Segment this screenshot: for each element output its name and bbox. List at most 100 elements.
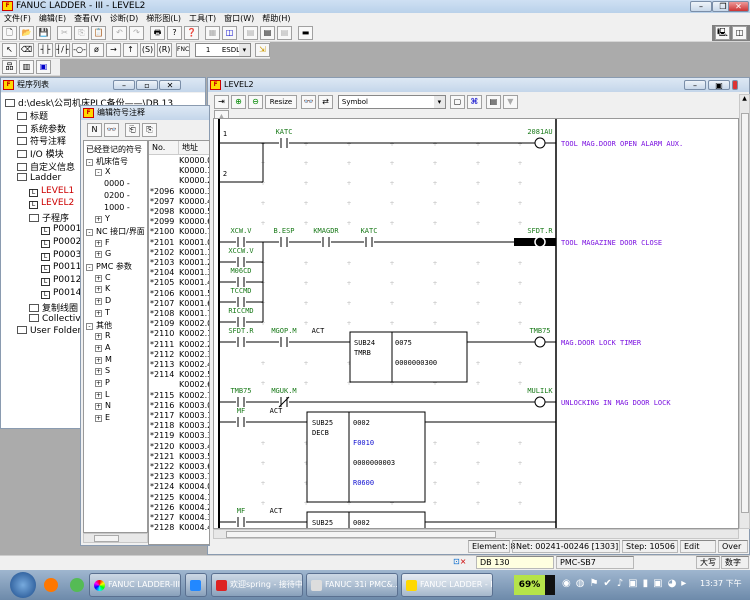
menu-item[interactable]: 诊断(D) <box>106 13 142 25</box>
table-cell-no[interactable]: *2105 <box>150 278 174 287</box>
view3-icon[interactable]: ▤ <box>277 26 292 40</box>
table-cell-address[interactable]: K0003.5 <box>179 452 209 461</box>
taskbar-item[interactable]: FANUC LADDER-III... <box>89 573 181 597</box>
new-icon[interactable]: 🗋 <box>2 26 17 40</box>
table-cell-no[interactable]: *2117 <box>150 411 174 420</box>
minimize-button[interactable]: – <box>690 1 712 12</box>
tree-item[interactable]: L LEVEL2 <box>29 198 74 210</box>
export-icon[interactable]: ⎘ <box>142 123 157 137</box>
cross-ref-icon[interactable]: ⌘ <box>466 95 482 109</box>
expand-icon[interactable]: + <box>95 286 102 294</box>
table-cell-address[interactable]: K0002.3 <box>179 350 209 359</box>
collapse-icon[interactable]: - <box>86 228 93 236</box>
category-item[interactable]: - 机床信号 <box>86 156 128 167</box>
table-cell-no[interactable]: *2106 <box>150 289 174 298</box>
scroll-thumb[interactable] <box>226 531 496 538</box>
lw-close-button[interactable] <box>732 80 738 90</box>
category-item[interactable]: + C <box>95 273 111 282</box>
table-cell-address[interactable]: K0002.4 <box>179 360 209 369</box>
browser-icon[interactable] <box>70 578 84 592</box>
category-item[interactable]: + P <box>95 378 110 387</box>
system-tray-icons[interactable]: ◉◍⚑✔♪▣▮▣◕▸ <box>562 578 691 589</box>
collapse-icon[interactable]: - <box>86 158 93 166</box>
view1-icon[interactable]: ▤ <box>243 26 258 40</box>
category-item[interactable]: + K <box>95 284 110 294</box>
window-icon[interactable]: ▣ <box>36 60 51 74</box>
table-cell-no[interactable]: *2097 <box>150 197 174 206</box>
replace-icon[interactable]: ⇄ <box>318 95 333 109</box>
category-item[interactable]: + N <box>95 401 111 411</box>
tree-item[interactable]: L LEVEL1 <box>29 186 74 197</box>
nc-contact-icon[interactable]: ┤/├ <box>55 43 70 57</box>
expand-icon[interactable]: + <box>95 239 102 247</box>
category-item[interactable]: 已经登记的符号 <box>86 144 142 155</box>
table-cell-address[interactable]: K0000.0 <box>179 156 209 165</box>
start-button[interactable] <box>10 572 36 598</box>
table-cell-address[interactable]: K0002.0 <box>179 319 209 328</box>
table-cell-address[interactable]: K0002.1 <box>179 329 209 338</box>
table-cell-no[interactable]: *2124 <box>150 482 174 491</box>
find-icon[interactable]: N <box>87 123 102 137</box>
tree-item[interactable]: 系统参数 <box>17 122 66 135</box>
table-cell-address[interactable]: K0002.2 <box>179 340 209 349</box>
table-cell-no[interactable]: *2121 <box>150 452 174 461</box>
fnc-label[interactable]: FNC <box>176 43 190 57</box>
table-cell-address[interactable]: K0001.5 <box>179 289 209 298</box>
exit-icon[interactable]: ⇥ <box>214 95 229 109</box>
table-cell-no[interactable]: *2118 <box>150 421 174 430</box>
chevron-down-icon[interactable]: ▾ <box>433 96 445 108</box>
expand-icon[interactable]: + <box>95 356 102 364</box>
tree-item[interactable]: 子程序 <box>29 211 69 224</box>
expand-icon[interactable]: + <box>95 368 102 376</box>
tree-item[interactable]: Collective <box>29 313 86 324</box>
category-item[interactable]: - NC 接口/界面 <box>86 226 145 237</box>
paste-icon[interactable]: 📋 <box>91 26 106 40</box>
expand-icon[interactable]: + <box>95 298 102 306</box>
table-cell-no[interactable]: *2126 <box>150 503 174 512</box>
view2-icon[interactable]: ▤ <box>260 26 275 40</box>
tree-item[interactable]: User Folder <box>17 326 81 336</box>
category-item[interactable]: + Y <box>95 214 110 224</box>
tree-item[interactable]: I/O 模块 <box>17 147 64 160</box>
table-cell-no[interactable]: *2110 <box>150 329 174 338</box>
search-icon[interactable]: 👓 <box>301 95 316 109</box>
table-cell-no[interactable]: *2102 <box>150 248 174 257</box>
category-item[interactable]: + L <box>95 390 109 399</box>
table-cell-address[interactable]: K0001.2 <box>179 258 209 267</box>
table-cell-address[interactable]: K0003.4 <box>179 442 209 451</box>
vertical-line-icon[interactable]: ↑ <box>123 43 138 57</box>
menu-item[interactable]: 编辑(E) <box>35 13 70 25</box>
table-cell-no[interactable]: *2114 <box>150 370 174 379</box>
category-item[interactable]: 1000 - <box>104 203 130 212</box>
table-cell-no[interactable]: *2108 <box>150 309 174 318</box>
table-cell-no[interactable]: *2107 <box>150 299 174 308</box>
category-item[interactable]: - PMC 参数 <box>86 261 132 272</box>
expand-icon[interactable]: + <box>95 391 102 399</box>
function-select[interactable]: 1 ESDL ▾ <box>194 43 251 57</box>
tree-item[interactable]: L P0011 <box>41 262 81 274</box>
table-cell-no[interactable]: *2113 <box>150 360 174 369</box>
menu-item[interactable]: 窗口(W) <box>220 13 258 25</box>
table-cell-address[interactable]: K0004.4 <box>179 523 209 532</box>
lw-restore-button[interactable]: ▣ <box>708 80 730 90</box>
close-button[interactable]: ✕ <box>728 1 749 12</box>
category-item[interactable]: + E <box>95 413 110 423</box>
resize-button[interactable]: Resize <box>265 95 297 109</box>
expand-icon[interactable]: + <box>95 415 102 423</box>
category-item[interactable]: + M <box>95 355 112 364</box>
zoom-out-icon[interactable]: ⊖ <box>248 95 263 109</box>
table-cell-no[interactable]: *2096 <box>150 187 174 196</box>
monitor-icon[interactable]: ▬ <box>298 26 313 40</box>
import-icon[interactable]: ⎗ <box>125 123 140 137</box>
category-item[interactable]: + R <box>95 331 111 341</box>
open-icon[interactable]: 📂 <box>19 26 34 40</box>
column-header-no[interactable]: No. <box>152 143 165 152</box>
split-icon[interactable]: ◫ <box>732 26 747 40</box>
collapse-icon[interactable]: - <box>86 264 93 271</box>
reset-coil-icon[interactable]: (R) <box>157 43 172 57</box>
table-cell-no[interactable]: *2120 <box>150 442 174 451</box>
pl-close-button[interactable]: ✕ <box>159 80 181 90</box>
pl-maximize-button[interactable]: ▫ <box>136 80 158 90</box>
tree-item[interactable]: Ladder <box>17 172 61 183</box>
table-cell-address[interactable]: K0004.2 <box>179 503 209 512</box>
